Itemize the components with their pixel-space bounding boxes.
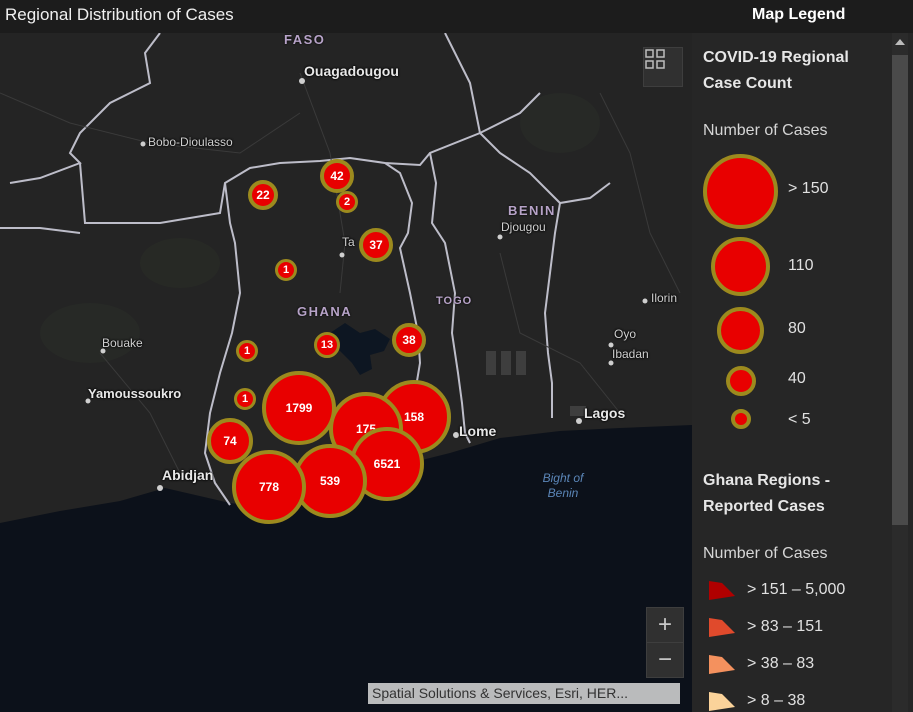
legend-scrollbar[interactable] (892, 33, 908, 712)
zoom-out-button[interactable]: − (646, 642, 684, 678)
basemap-toggle-button[interactable] (643, 47, 683, 87)
case-cluster[interactable]: 37 (359, 228, 393, 262)
legend-region-label: > 83 – 151 (747, 618, 824, 635)
legend-title: Map Legend (752, 6, 846, 23)
place-bobo-dioulasso: Bobo-Dioulasso (148, 135, 233, 149)
place-tamale: Ta (342, 235, 355, 249)
place-lome: Lome (459, 423, 497, 439)
place-abidjan: Abidjan (162, 467, 214, 483)
legend-region-label: > 38 – 83 (747, 655, 815, 672)
map-title: Regional Distribution of Cases (5, 5, 234, 24)
legend-region-swatch (709, 618, 735, 637)
place-ibadan: Ibadan (612, 347, 649, 361)
legend-circle-label: 40 (788, 370, 806, 387)
legend-region-label: > 8 – 38 (747, 692, 806, 709)
legend-circle-label: 80 (788, 320, 806, 337)
country-faso: FASO (284, 33, 326, 47)
grid-icon (645, 49, 665, 69)
place-bouake: Bouake (102, 336, 143, 350)
place-oyo: Oyo (614, 327, 637, 341)
case-cluster[interactable]: 1 (236, 340, 258, 362)
legend-circle-symbol (717, 307, 764, 354)
legend-circle-symbol (711, 237, 770, 296)
legend-section-title: COVID-19 Regional Case Count (703, 49, 849, 92)
case-cluster[interactable]: 38 (392, 323, 426, 357)
legend-circle-label: 110 (788, 257, 814, 274)
legend-region-swatch (709, 692, 735, 711)
scroll-up-arrow-icon[interactable] (895, 39, 905, 45)
case-cluster[interactable]: 13 (314, 332, 340, 358)
legend-section-title: Ghana Regions - Reported Cases (703, 472, 831, 515)
case-cluster[interactable]: 42 (320, 159, 354, 193)
legend-circle-symbol (731, 409, 751, 429)
legend-region-swatch (709, 655, 735, 674)
legend-region-label: > 151 – 5,000 (747, 581, 846, 598)
case-cluster[interactable]: 2 (336, 191, 358, 213)
legend-circle-symbol (726, 366, 756, 396)
country-ghana: GHANA (297, 304, 353, 319)
country-benin: BENIN (508, 203, 556, 218)
zoom-in-button[interactable]: + (646, 607, 684, 643)
map-attribution[interactable]: Spatial Solutions & Services, Esri, HER.… (368, 683, 680, 704)
case-cluster[interactable]: 1 (234, 388, 256, 410)
water-label-bight-of-benin: Bight of Benin (542, 471, 584, 500)
legend-circle-symbol (703, 154, 778, 229)
legend-subtitle: Number of Cases (703, 122, 828, 139)
map-artifacts (486, 351, 586, 416)
basemap (0, 33, 692, 712)
case-cluster[interactable]: 1799 (262, 371, 336, 445)
place-djougou: Djougou (501, 220, 546, 234)
country-togo: TOGO (436, 295, 473, 307)
place-ilorin: Ilorin (651, 291, 678, 305)
place-yamoussoukro: Yamoussoukro (88, 386, 182, 401)
map-view[interactable]: Ouagadougou Bobo-Dioulasso Ta Djougou Bo… (0, 33, 692, 712)
app-header: Regional Distribution of Cases Map Legen… (0, 0, 913, 33)
case-cluster[interactable]: 22 (248, 180, 278, 210)
place-lagos: Lagos (584, 405, 626, 421)
legend-region-swatch (709, 581, 735, 600)
legend-subtitle: Number of Cases (703, 545, 828, 562)
case-cluster[interactable]: 1 (275, 259, 297, 281)
case-cluster[interactable]: 778 (232, 450, 306, 524)
scrollbar-thumb[interactable] (892, 55, 908, 525)
legend-panel: COVID-19 Regional Case Count Number of C… (692, 33, 913, 712)
place-ouagadougou: Ouagadougou (304, 63, 399, 79)
legend-circle-label: > 150 (788, 180, 829, 197)
legend-circle-label: < 5 (788, 411, 811, 428)
